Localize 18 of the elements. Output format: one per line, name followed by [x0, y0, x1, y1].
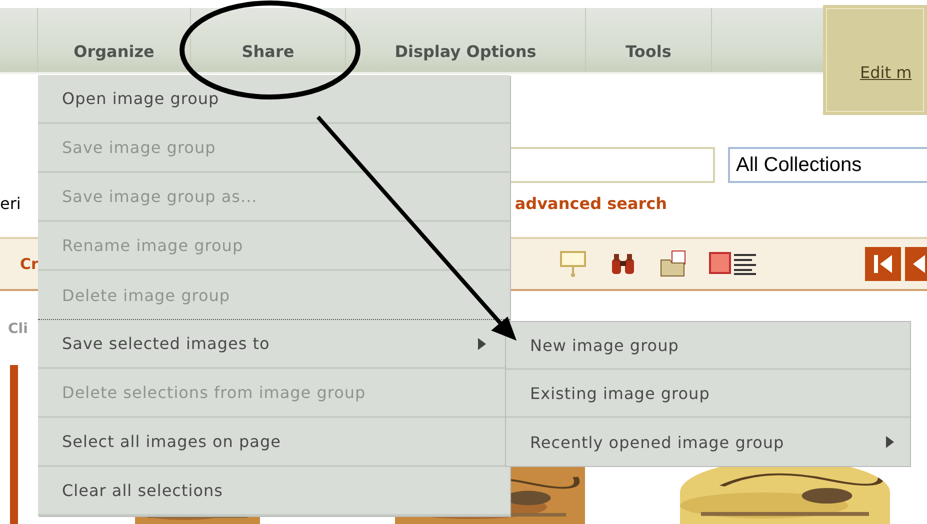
cut-text: eri	[0, 194, 21, 212]
edit-link[interactable]: Edit m	[860, 63, 912, 82]
submenu-item[interactable]: Existing image group	[506, 370, 910, 418]
submenu-arrow-icon	[478, 338, 486, 350]
menu-item[interactable]: Clear all selections	[38, 467, 510, 516]
menu-tab[interactable]: Tools	[585, 8, 712, 72]
menu-item[interactable]: Open image group	[38, 75, 510, 124]
folder-icon[interactable]	[658, 249, 688, 279]
menu-tab[interactable]: Display Options	[345, 8, 585, 72]
previous-page-icon[interactable]	[905, 247, 927, 281]
collection-select[interactable]: All Collections	[728, 147, 927, 183]
menu-tab[interactable]: Organize	[37, 8, 190, 72]
first-page-icon[interactable]	[865, 247, 901, 281]
menu-tab[interactable]: Share	[190, 8, 345, 72]
toolbar-label: Cr	[20, 255, 38, 273]
submenu-arrow-icon	[886, 436, 894, 448]
hint-text: Cli	[8, 321, 28, 337]
advanced-search-link[interactable]: advanced search	[514, 194, 668, 212]
